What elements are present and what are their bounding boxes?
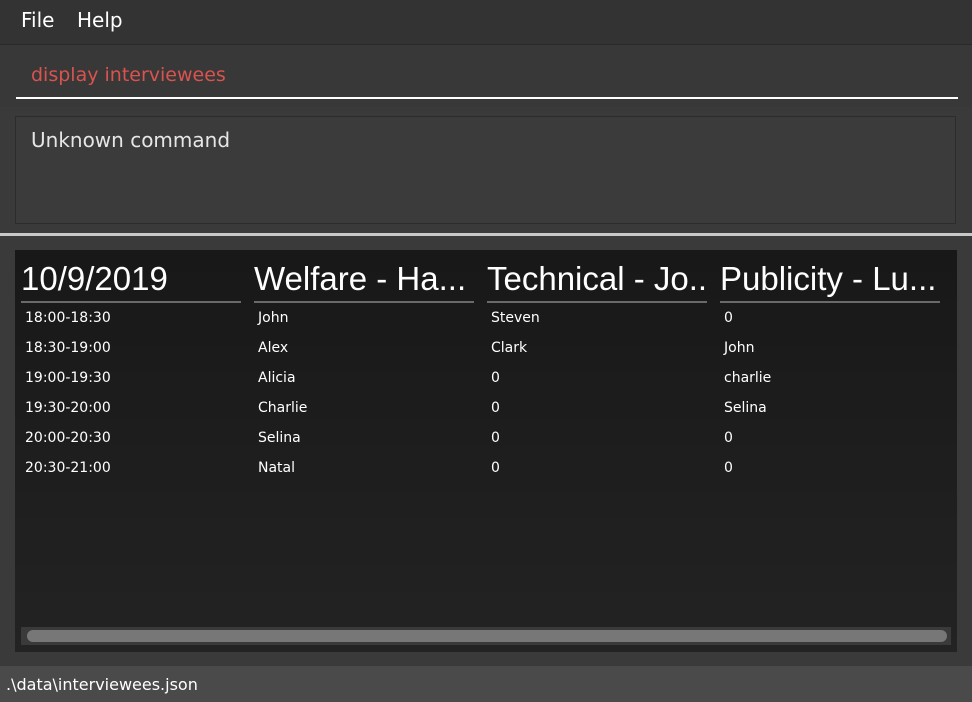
column-header-technical[interactable]: Technical - Jo... [487,260,707,302]
menu-help[interactable]: Help [77,8,123,32]
horizontal-scrollbar[interactable] [21,627,951,645]
table-cell: charlie [724,370,772,386]
result-display: Unknown command [15,116,956,224]
command-input[interactable] [16,53,958,99]
table-cell: John [258,310,289,326]
table-cell: John [724,340,755,356]
column-divider [21,301,241,303]
menu-file[interactable]: File [21,8,54,32]
table-cell: 18:30-19:00 [25,340,111,356]
scrollbar-thumb[interactable] [27,630,947,642]
table-cell: 0 [491,400,500,416]
table-cell: Natal [258,460,296,476]
table-cell: 0 [724,460,733,476]
schedule-table: 10/9/2019 18:00-18:30 18:30-19:00 19:00-… [15,250,957,652]
table-cell: Alex [258,340,289,356]
table-cell: 18:00-18:30 [25,310,111,326]
save-location-path: .\data\interviewees.json [6,675,198,694]
column-divider [254,301,474,303]
table-cell: Clark [491,340,528,356]
table-cell: Steven [491,310,540,326]
table-cell: Charlie [258,400,308,416]
column-header-publicity[interactable]: Publicity - Lu... [720,260,940,302]
table-cell: 19:30-20:00 [25,400,111,416]
table-cell: Alicia [258,370,296,386]
column-header-welfare[interactable]: Welfare - Ha... [254,260,474,302]
table-cell: 0 [724,310,733,326]
result-message: Unknown command [31,128,231,152]
table-cell: Selina [724,400,767,416]
table-cell: 20:30-21:00 [25,460,111,476]
table-cell: 0 [724,430,733,446]
column-divider [720,301,940,303]
command-area [0,45,972,107]
table-cell: 20:00-20:30 [25,430,111,446]
table-cell: Selina [258,430,301,446]
table-cell: 0 [491,430,500,446]
menu-bar: File Help [0,0,972,45]
column-divider [487,301,707,303]
status-bar: .\data\interviewees.json [0,666,972,702]
column-header-date[interactable]: 10/9/2019 [21,260,241,302]
table-cell: 19:00-19:30 [25,370,111,386]
table-cell: 0 [491,370,500,386]
table-cell: 0 [491,460,500,476]
